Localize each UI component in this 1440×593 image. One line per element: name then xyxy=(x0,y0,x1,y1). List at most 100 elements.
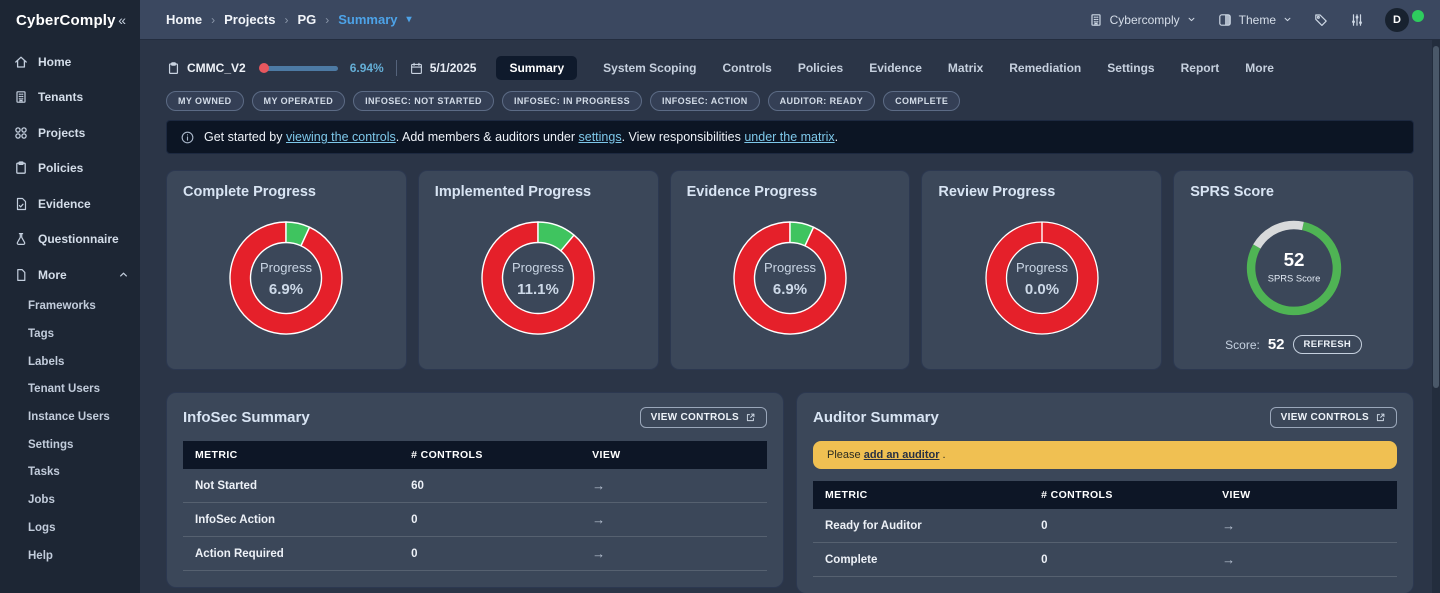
breadcrumb-separator: › xyxy=(211,12,216,27)
avatar-initial: D xyxy=(1393,13,1401,26)
filter-chip-complete[interactable]: COMPLETE xyxy=(883,91,961,111)
sidebar-item-policies[interactable]: Policies xyxy=(0,151,140,187)
tab-report[interactable]: Report xyxy=(1181,61,1220,75)
scrollbar-thumb[interactable] xyxy=(1433,46,1439,388)
sidebar-item-settings[interactable]: Settings xyxy=(0,431,140,459)
user-menu: D xyxy=(1385,7,1424,32)
view-arrow[interactable]: → xyxy=(1210,542,1397,577)
controls-count-cell: 0 xyxy=(1029,542,1211,577)
view-arrow[interactable]: → xyxy=(580,469,767,503)
sidebar-item-instance-users[interactable]: Instance Users xyxy=(0,403,140,431)
filter-chip-infosec-in-progress[interactable]: INFOSEC: IN PROGRESS xyxy=(501,91,642,111)
table-row-not-started: Not Started 60 → xyxy=(183,469,767,503)
banner-link-settings[interactable]: settings xyxy=(579,130,622,144)
sidebar-item-help[interactable]: Help xyxy=(0,542,140,570)
sidebar-item-jobs[interactable]: Jobs xyxy=(0,486,140,514)
project-selector[interactable]: CMMC_V2 xyxy=(166,61,246,76)
tab-remediation[interactable]: Remediation xyxy=(1009,61,1081,75)
tab-controls[interactable]: Controls xyxy=(723,61,772,75)
view-arrow[interactable]: → xyxy=(580,502,767,537)
sidebar-item-tenant-users[interactable]: Tenant Users xyxy=(0,376,140,404)
notice-text: . xyxy=(939,449,946,461)
tab-summary[interactable]: Summary xyxy=(496,56,578,80)
user-avatar[interactable]: D xyxy=(1385,7,1409,32)
project-date-picker[interactable]: 5/1/2025 xyxy=(409,61,476,76)
tenant-switcher[interactable]: Cybercomply xyxy=(1088,12,1197,28)
sidebar-item-evidence[interactable]: Evidence xyxy=(0,186,140,222)
summary-panels: InfoSec Summary VIEW CONTROLS METRIC # CO… xyxy=(166,392,1414,593)
filter-chip-auditor-ready[interactable]: AUDITOR: READY xyxy=(767,91,876,111)
add-auditor-link[interactable]: add an auditor xyxy=(864,449,940,461)
breadcrumb-item-home[interactable]: Home xyxy=(166,12,202,27)
tab-policies[interactable]: Policies xyxy=(798,61,843,75)
sidebar-item-tasks[interactable]: Tasks xyxy=(0,459,140,487)
banner-text-segment: . xyxy=(834,130,839,144)
sidebar-item-label: Tenant Users xyxy=(28,383,101,396)
project-name: CMMC_V2 xyxy=(187,61,246,75)
view-arrow[interactable]: → xyxy=(580,536,767,571)
view-controls-button[interactable]: VIEW CONTROLS xyxy=(639,407,767,428)
filter-chip-my-owned[interactable]: MY OWNED xyxy=(166,91,244,111)
breadcrumb-item-pg[interactable]: PG xyxy=(297,12,316,27)
sidebar-item-home[interactable]: Home xyxy=(0,44,140,80)
sidebar-item-label: Home xyxy=(38,54,72,69)
controls-count-cell: 0 xyxy=(399,536,581,571)
sidebar-item-label: Evidence xyxy=(38,196,91,211)
tags-button[interactable] xyxy=(1313,12,1329,28)
controls-count-cell: 0 xyxy=(399,502,581,537)
theme-switcher-label: Theme xyxy=(1238,12,1276,27)
donut-chart: Progress 0.0% xyxy=(938,200,1145,356)
filters-button[interactable] xyxy=(1349,12,1365,28)
sidebar-item-frameworks[interactable]: Frameworks xyxy=(0,293,140,321)
breadcrumb-item-projects[interactable]: Projects xyxy=(224,12,275,27)
banner-text-segment: Get started by xyxy=(204,130,286,144)
sidebar-item-logs[interactable]: Logs xyxy=(0,514,140,542)
table-header-row: METRIC # CONTROLS VIEW xyxy=(183,441,767,469)
page-icon xyxy=(13,267,29,283)
breadcrumb-item-current[interactable]: Summary xyxy=(338,12,397,27)
card-title: Review Progress xyxy=(938,184,1056,200)
refresh-button[interactable]: REFRESH xyxy=(1292,335,1363,354)
project-progress-percent: 6.94% xyxy=(349,61,384,75)
doc-check-icon xyxy=(13,196,29,212)
score-label: Score: xyxy=(1225,337,1260,352)
theme-switcher[interactable]: Theme xyxy=(1217,12,1293,28)
filter-chip-infosec-action[interactable]: INFOSEC: ACTION xyxy=(649,91,760,111)
tab-settings[interactable]: Settings xyxy=(1107,61,1154,75)
sidebar-item-tags[interactable]: Tags xyxy=(0,320,140,348)
sidebar-item-label: More xyxy=(38,267,67,282)
sidebar-item-label: Labels xyxy=(28,355,65,368)
banner-link-viewing-the-controls[interactable]: viewing the controls xyxy=(286,130,396,144)
tab-matrix[interactable]: Matrix xyxy=(948,61,983,75)
metric-cell: Action Required xyxy=(183,536,400,571)
metric-cell: InfoSec Action xyxy=(183,502,400,537)
controls-count-cell: 60 xyxy=(399,469,581,503)
banner-link-under-the-matrix[interactable]: under the matrix xyxy=(744,130,834,144)
sidebar-item-projects[interactable]: Projects xyxy=(0,115,140,151)
sidebar-item-questionnaire[interactable]: Questionnaire xyxy=(0,222,140,258)
sidebar-collapse-button[interactable]: « xyxy=(118,12,126,28)
card-review-progress: Review Progress Progress 0.0% xyxy=(921,170,1163,370)
view-controls-button[interactable]: VIEW CONTROLS xyxy=(1269,407,1397,428)
breadcrumb-dropdown-caret[interactable]: ▾ xyxy=(406,14,411,25)
tab-evidence[interactable]: Evidence xyxy=(869,61,922,75)
external-link-icon xyxy=(1375,412,1386,423)
add-auditor-notice: Please add an auditor . xyxy=(813,441,1397,469)
clipboard-icon xyxy=(166,61,181,76)
tab-system-scoping[interactable]: System Scoping xyxy=(603,61,696,75)
app-logo: CyberComply xyxy=(16,11,116,29)
donut-center-value: 11.1% xyxy=(517,281,559,298)
card-title: SPRS Score xyxy=(1190,184,1275,200)
sidebar-header: CyberComply « xyxy=(0,0,140,40)
view-arrow[interactable]: → xyxy=(1210,509,1397,543)
tab-more[interactable]: More xyxy=(1245,61,1274,75)
home-icon xyxy=(13,54,29,70)
grid-icon xyxy=(13,125,29,141)
filter-chip-my-operated[interactable]: MY OPERATED xyxy=(251,91,346,111)
chevron-down-icon xyxy=(1186,14,1197,25)
filter-chip-infosec-not-started[interactable]: INFOSEC: NOT STARTED xyxy=(353,91,494,111)
sidebar-item-labels[interactable]: Labels xyxy=(0,348,140,376)
sidebar-item-more[interactable]: More xyxy=(0,257,140,293)
scrollbar[interactable] xyxy=(1432,40,1440,593)
sidebar-item-tenants[interactable]: Tenants xyxy=(0,80,140,116)
